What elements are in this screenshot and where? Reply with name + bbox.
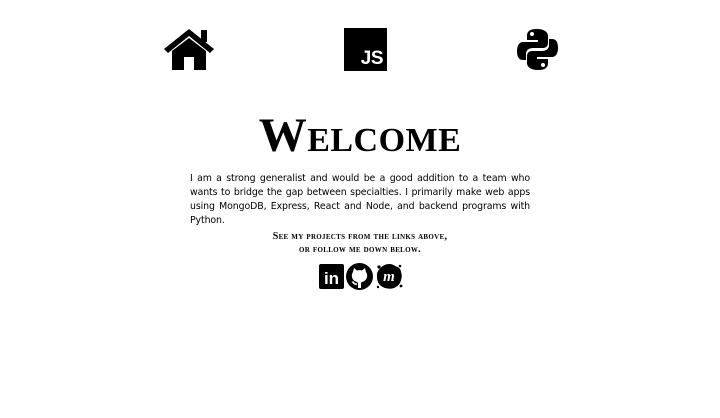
python-link[interactable] [516, 28, 559, 71]
meetup-icon: m [376, 264, 403, 289]
meetup-link[interactable]: m [375, 262, 403, 290]
javascript-icon-label: JS [360, 48, 384, 69]
intro-paragraph: I am a strong generalist and would be a … [190, 173, 530, 226]
home-icon [164, 29, 214, 70]
github-link[interactable] [346, 262, 373, 290]
github-icon [346, 262, 373, 290]
python-icon [517, 29, 558, 70]
social-links: in m [319, 262, 403, 290]
linkedin-link[interactable]: in [319, 263, 344, 289]
javascript-icon: JS [344, 28, 387, 71]
cta-line-1: See my projects from the links above, [272, 231, 448, 242]
home-link[interactable] [162, 27, 216, 71]
page-title: Welcome [258, 109, 462, 162]
javascript-link[interactable]: JS [344, 28, 387, 71]
call-to-action: See my projects from the links above, or… [0, 230, 720, 256]
cta-line-2: or follow me down below. [299, 244, 421, 255]
meetup-icon-label: m [383, 269, 395, 285]
linkedin-icon-label: in [324, 269, 339, 288]
linkedin-icon: in [319, 263, 344, 289]
